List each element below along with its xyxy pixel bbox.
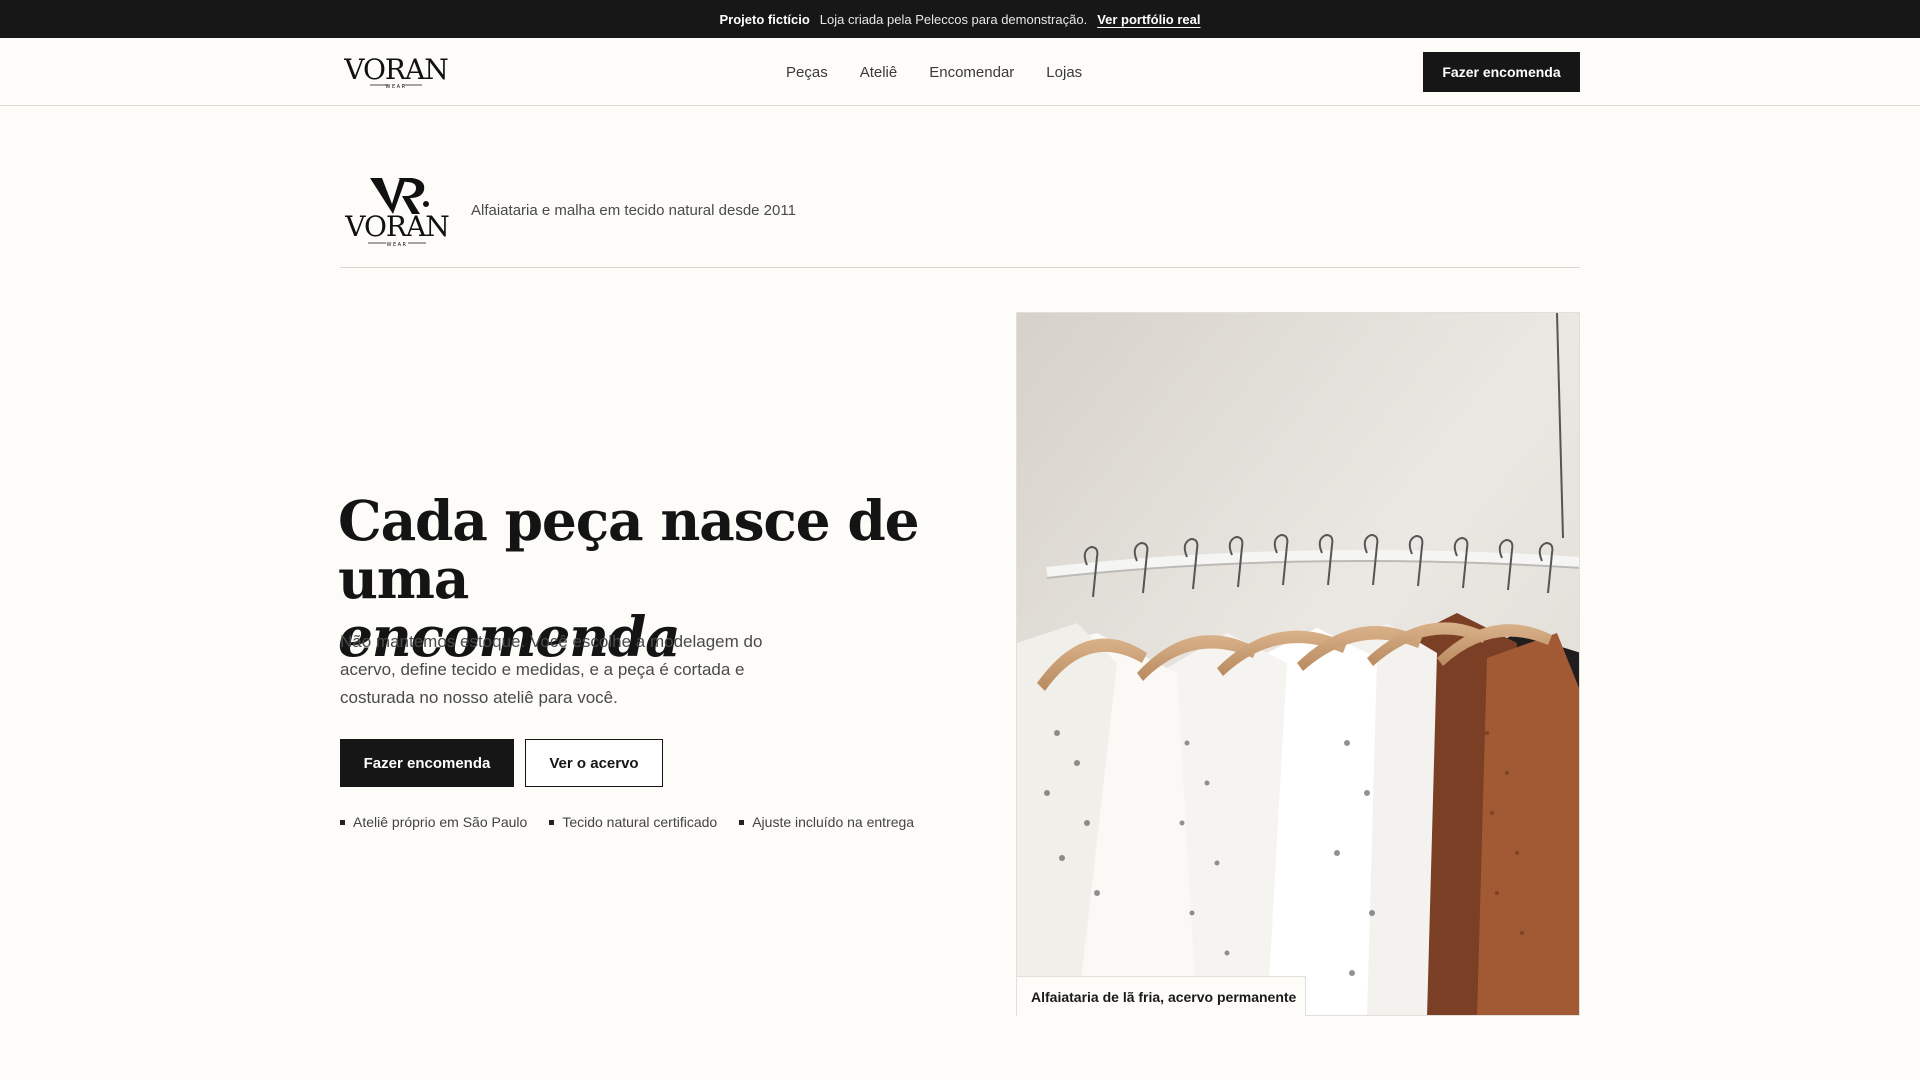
feature-list: Ateliê próprio em São Paulo Tecido natur… [340, 812, 914, 832]
feature-item: Tecido natural certificado [549, 814, 717, 830]
feature-label: Ateliê próprio em São Paulo [353, 814, 528, 830]
svg-text:WEAR: WEAR [387, 242, 408, 248]
hero-subtitle: Não mantemos estoque. Você escolhe a mod… [340, 632, 763, 707]
feature-label: Ajuste incluído na entrega [752, 814, 915, 830]
nav-item-atelie[interactable]: Ateliê [860, 64, 898, 81]
brand-monogram-logo: VORAN WEAR [340, 174, 454, 248]
site-header: VORAN WEAR Peças Ateliê Encomendar Lojas… [0, 38, 1920, 106]
nav-item-lojas[interactable]: Lojas [1046, 64, 1082, 81]
header-logo[interactable]: VORAN WEAR [340, 53, 452, 90]
brand-tagline: Alfaiataria e malha em tecido natural de… [471, 202, 796, 219]
svg-text:VORAN: VORAN [344, 210, 449, 243]
hero-title-line1: Cada peça nasce de uma [338, 488, 920, 611]
svg-text:VORAN: VORAN [343, 54, 448, 86]
square-bullet-icon [739, 819, 745, 825]
svg-text:WEAR: WEAR [386, 84, 407, 90]
order-button[interactable]: Fazer encomenda [340, 739, 514, 787]
feature-label: Tecido natural certificado [562, 814, 718, 830]
nav-item-encomendar[interactable]: Encomendar [929, 64, 1014, 81]
view-collection-button[interactable]: Ver o acervo [525, 739, 663, 787]
main-nav: Peças Ateliê Encomendar Lojas [786, 38, 1082, 106]
hero-image-clothing-rack [1016, 312, 1580, 1016]
image-caption: Alfaiataria de lã fria, acervo permanent… [1017, 976, 1306, 1016]
portfolio-link[interactable]: Ver portfólio real [1097, 12, 1200, 27]
announcement-text: Loja criada pela Peleccos para demonstra… [819, 11, 1088, 27]
feature-item: Ateliê próprio em São Paulo [340, 814, 527, 830]
square-bullet-icon [549, 819, 555, 825]
brand-strip: VORAN WEAR Alfaiataria e malha em tecido… [340, 172, 1580, 268]
feature-item: Ajuste incluído na entrega [739, 814, 914, 830]
announcement-bar: Projeto fictício Loja criada pela Pelecc… [0, 0, 1920, 38]
header-order-button[interactable]: Fazer encomenda [1423, 52, 1580, 92]
nav-item-pecas[interactable]: Peças [786, 64, 828, 81]
square-bullet-icon [340, 819, 345, 825]
announcement-label: Projeto fictício [719, 11, 810, 27]
